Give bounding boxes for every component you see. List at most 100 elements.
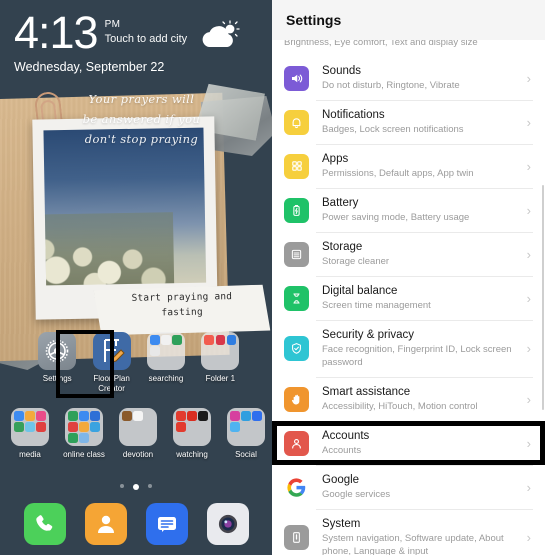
app-folder-online-class[interactable]: online class xyxy=(57,408,111,460)
app-folder-watching[interactable]: watching xyxy=(165,408,219,460)
storage-icon xyxy=(284,241,309,267)
clock-widget[interactable]: 4:13 PM Touch to add city Wednesday, Sep… xyxy=(14,10,187,74)
settings-row-notifications[interactable]: Notifications Badges, Lock screen notifi… xyxy=(272,100,545,144)
settings-app-highlight-box xyxy=(56,330,114,398)
settings-row-text: Notifications Badges, Lock screen notifi… xyxy=(322,108,521,136)
grid-icon xyxy=(284,153,309,179)
clock-meta: PM Touch to add city xyxy=(105,10,188,45)
person-icon[interactable] xyxy=(84,503,127,545)
settings-row-sounds[interactable]: Sounds Do not disturb, Ringtone, Vibrate… xyxy=(272,56,545,100)
speaker-icon xyxy=(284,65,309,91)
app-label-folder-1: Folder 1 xyxy=(205,374,236,383)
settings-row-text: Google Google services xyxy=(322,473,521,501)
phone-icon[interactable] xyxy=(23,503,66,545)
settings-row-apps[interactable]: Apps Permissions, Default apps, App twin… xyxy=(272,144,545,188)
message-icon[interactable] xyxy=(145,503,188,545)
settings-row-accounts[interactable]: Accounts Accounts › xyxy=(272,421,545,465)
settings-row-apps-sub: Permissions, Default apps, App twin xyxy=(322,168,474,179)
settings-row-battery[interactable]: Battery Power saving mode, Battery usage… xyxy=(272,188,545,232)
settings-row-sounds-name: Sounds xyxy=(322,65,362,77)
settings-row-smart-assistance-sub: Accessibility, HiTouch, Motion control xyxy=(322,401,478,412)
shield-icon xyxy=(284,336,309,361)
settings-row-text: Battery Power saving mode, Battery usage xyxy=(322,196,521,224)
app-label-watching: watching xyxy=(176,450,208,459)
settings-row-accounts-sub: Accounts xyxy=(322,445,362,456)
app-label-devotion: devotion xyxy=(122,450,154,459)
battery-icon xyxy=(284,197,309,223)
hand-icon xyxy=(284,386,309,412)
partly-cloudy-icon[interactable] xyxy=(197,17,243,55)
chevron-right-icon: › xyxy=(526,341,531,356)
chevron-right-icon: › xyxy=(526,479,531,495)
chevron-right-icon: › xyxy=(526,158,531,174)
app-folder-media[interactable]: media xyxy=(3,408,57,460)
folder-icon[interactable] xyxy=(227,408,265,446)
phone-screenshot: Your prayers will be answered if you don… xyxy=(0,0,545,555)
chevron-right-icon: › xyxy=(526,70,531,86)
folder-icon[interactable] xyxy=(201,332,240,370)
settings-row-battery-sub: Power saving mode, Battery usage xyxy=(322,212,470,223)
folder-icon[interactable] xyxy=(146,332,185,370)
page-dot-1[interactable] xyxy=(120,484,124,488)
settings-row-display-clipped[interactable]: Brightness, Eye comfort, Text and displa… xyxy=(272,40,545,56)
app-label-media: media xyxy=(19,450,41,459)
settings-row-google-sub: Google services xyxy=(322,489,391,500)
folder-icon[interactable] xyxy=(173,408,211,446)
wallpaper-quote: Your prayers will be answered if you don… xyxy=(27,89,255,149)
page-dot-2-active[interactable] xyxy=(133,484,139,490)
page-indicator[interactable] xyxy=(0,484,272,490)
app-folder-1[interactable]: Folder 1 xyxy=(193,332,247,394)
settings-row-security-privacy[interactable]: Security & privacy Face recognition, Fin… xyxy=(272,320,545,377)
settings-row-system-name: System xyxy=(322,518,361,530)
clock-row: 4:13 PM Touch to add city xyxy=(14,10,187,55)
settings-row-text: Security & privacy Face recognition, Fin… xyxy=(322,328,521,369)
wallpaper-photo-image xyxy=(43,127,207,286)
settings-row-text: System System navigation, Software updat… xyxy=(322,517,521,555)
quote-line-2: be answered if you xyxy=(82,111,201,126)
settings-row-system[interactable]: System System navigation, Software updat… xyxy=(272,509,545,555)
folder-icon[interactable] xyxy=(65,408,103,446)
google-icon xyxy=(284,474,309,500)
clock-date: Wednesday, September 22 xyxy=(14,60,165,74)
account-icon xyxy=(284,430,309,456)
quote-line-3: don't stop praying xyxy=(84,131,199,146)
clock-time: 4:13 xyxy=(14,7,99,58)
app-row-2: media online class devotion watching Soc… xyxy=(0,408,272,460)
settings-row-google-name: Google xyxy=(322,474,360,486)
quote-line-1: Your prayers will xyxy=(88,91,195,106)
add-city-hint[interactable]: Touch to add city xyxy=(105,33,188,45)
settings-row-text: Accounts Accounts xyxy=(322,429,521,457)
app-label-social: Social xyxy=(235,450,257,459)
app-row-1: Settings Floor Plan Creator searching Fo… xyxy=(0,332,272,394)
camera-icon[interactable] xyxy=(206,503,249,545)
bell-icon xyxy=(284,109,309,135)
settings-row-storage-sub: Storage cleaner xyxy=(322,256,390,267)
app-folder-social[interactable]: Social xyxy=(219,408,272,460)
chevron-right-icon: › xyxy=(526,530,531,545)
settings-row-system-sub: System navigation, Software update, Abou… xyxy=(322,533,504,555)
settings-row-apps-name: Apps xyxy=(322,153,349,165)
settings-row-google[interactable]: Google Google services › xyxy=(272,465,545,509)
settings-scrollbar[interactable] xyxy=(541,185,544,410)
chevron-right-icon: › xyxy=(526,114,531,130)
settings-row-battery-name: Battery xyxy=(322,197,359,209)
settings-row-display-sub: Brightness, Eye comfort, Text and displa… xyxy=(284,40,478,48)
settings-row-text: Digital balance Screen time management xyxy=(322,284,521,312)
page-dot-3[interactable] xyxy=(148,484,152,488)
chevron-right-icon: › xyxy=(526,391,531,407)
settings-row-smart-assistance-name: Smart assistance xyxy=(322,386,411,398)
app-folder-searching[interactable]: searching xyxy=(139,332,193,394)
settings-row-notifications-sub: Badges, Lock screen notifications xyxy=(322,124,464,135)
app-folder-devotion[interactable]: devotion xyxy=(111,408,165,460)
chevron-right-icon: › xyxy=(526,202,531,218)
settings-row-smart-assistance[interactable]: Smart assistance Accessibility, HiTouch,… xyxy=(272,377,545,421)
app-grid: Settings Floor Plan Creator searching Fo… xyxy=(0,332,272,460)
settings-row-storage-name: Storage xyxy=(322,241,363,253)
chevron-right-icon: › xyxy=(526,246,531,262)
folder-icon[interactable] xyxy=(119,408,157,446)
settings-list[interactable]: Brightness, Eye comfort, Text and displa… xyxy=(272,40,545,555)
settings-row-storage[interactable]: Storage Storage cleaner › xyxy=(272,232,545,276)
page-title: Settings xyxy=(286,12,342,28)
folder-icon[interactable] xyxy=(11,408,49,446)
settings-row-digital-balance[interactable]: Digital balance Screen time management › xyxy=(272,276,545,320)
